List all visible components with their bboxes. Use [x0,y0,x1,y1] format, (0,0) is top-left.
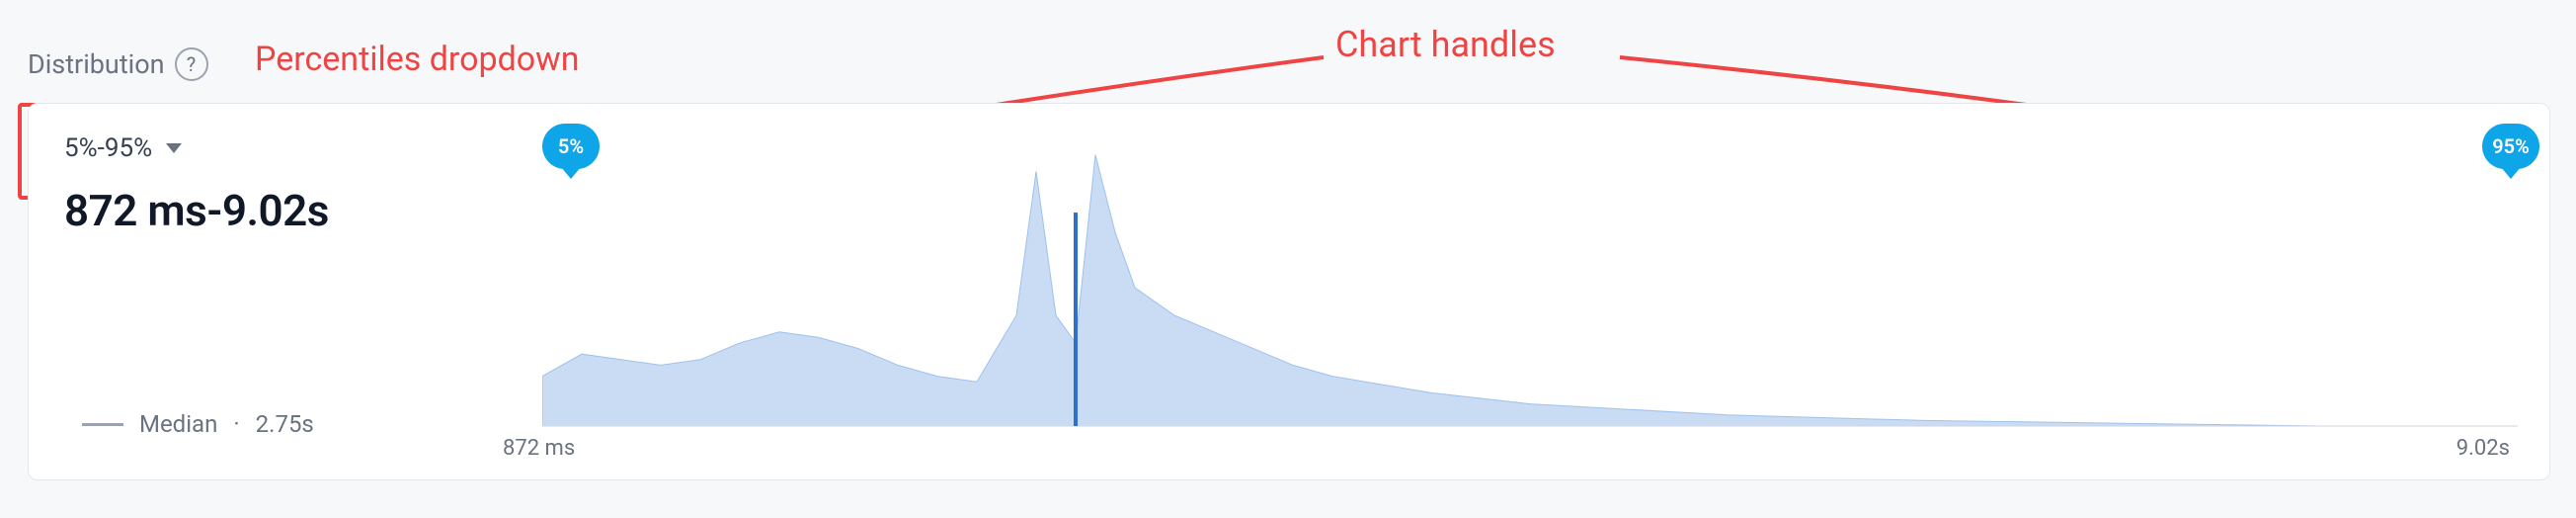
annotation-handles-label: Chart handles [1335,24,1556,65]
distribution-chart-svg [542,133,2518,430]
median-legend: Median · 2.75s [82,410,314,438]
percentile-handle-high[interactable]: 95% [2482,124,2539,169]
median-label: Median [139,410,217,438]
distribution-chart [542,133,2518,430]
percentiles-dropdown-label: 5%-95% [64,133,152,163]
panel-title: Distribution [28,48,165,80]
median-value: 2.75s [256,410,314,438]
help-icon[interactable]: ? [175,47,208,81]
percentile-handle-low[interactable]: 5% [542,124,600,169]
percentile-handle-low-label: 5% [558,134,584,158]
median-separator: · [233,410,239,438]
selected-range: 872 ms-9.02s [64,185,329,236]
chevron-down-icon [166,143,182,153]
median-swatch-icon [82,423,123,426]
percentiles-dropdown[interactable]: 5%-95% [64,133,182,163]
axis-max-label: 9.02s [2456,436,2510,461]
percentile-handle-high-label: 95% [2492,134,2530,158]
axis-min-label: 872 ms [503,436,575,461]
distribution-card: 5%-95% 872 ms-9.02s Median · 2.75s 872 m… [28,103,2550,480]
annotation-dropdown-label: Percentiles dropdown [255,40,579,79]
